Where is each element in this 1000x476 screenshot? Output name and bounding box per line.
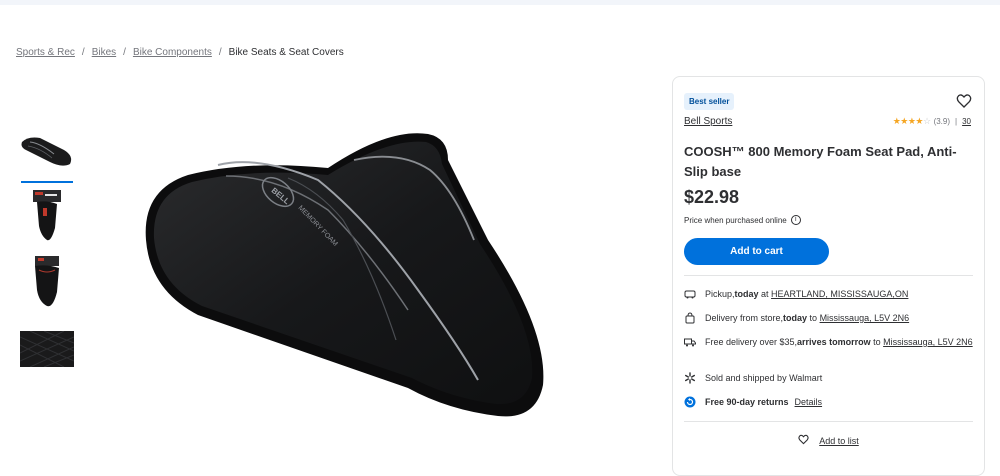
pickup-truck-icon (684, 288, 696, 300)
breadcrumb-link-bikes[interactable]: Bikes (92, 47, 116, 58)
returns-text: Free 90-day returns (705, 397, 789, 407)
divider (684, 275, 973, 276)
shipping-option[interactable]: Free delivery over $35, arrives tomorrow… (684, 336, 973, 348)
rating-summary[interactable]: ★★★★☆ (3.9) | 30 (893, 116, 971, 127)
price-note-text: Price when purchased online (684, 215, 787, 225)
top-bar (0, 0, 1000, 5)
thumbnail-seat-packaging-alt[interactable] (20, 256, 74, 310)
breadcrumb-separator: / (123, 47, 126, 58)
delivery-location-link[interactable]: Mississauga, L5V 2N6 (820, 313, 910, 323)
pickup-prefix: Pickup, (705, 289, 735, 299)
return-icon (684, 396, 696, 408)
breadcrumb: Sports & Rec / Bikes / Bike Components /… (16, 47, 344, 58)
delivery-truck-icon (684, 336, 696, 348)
shipping-to: to (870, 337, 884, 347)
thumbnail-seat-packaging[interactable] (20, 190, 74, 244)
delivery-option[interactable]: Delivery from store, today to Mississaug… (684, 312, 909, 324)
returns-info: Free 90-day returns Details (684, 396, 822, 408)
shopping-bag-icon (684, 312, 696, 324)
pickup-time: today (734, 289, 759, 299)
review-count-link[interactable]: 30 (962, 117, 971, 126)
product-title: COOSH™ 800 Memory Foam Seat Pad, Anti-Sl… (684, 144, 957, 179)
buy-box-panel: Best seller Bell Sports ★★★★☆ (3.9) | 30… (672, 76, 985, 476)
returns-details-link[interactable]: Details (795, 397, 823, 407)
divider (684, 421, 973, 422)
rating-separator: | (955, 117, 958, 126)
delivery-prefix: Delivery from store, (705, 313, 784, 323)
product-price: $22.98 (684, 187, 740, 207)
heart-outline-icon (798, 434, 809, 447)
breadcrumb-separator: / (218, 47, 222, 58)
add-to-list-label: Add to list (819, 435, 859, 446)
seller-text: Sold and shipped by Walmart (705, 373, 823, 383)
delivery-to: to (807, 313, 820, 323)
add-to-cart-button[interactable]: Add to cart (684, 238, 829, 265)
thumbnail-seat-top-view[interactable] (20, 124, 74, 183)
pickup-store-link[interactable]: HEARTLAND, MISSISSAUGA,ON (771, 289, 908, 299)
best-seller-badge: Best seller (684, 93, 735, 110)
shipping-location-link[interactable]: Mississauga, L5V 2N6 (883, 337, 973, 347)
shipping-prefix: Free delivery over $35, (705, 337, 798, 347)
breadcrumb-separator: / (81, 47, 85, 58)
add-to-list-button[interactable]: Add to list (673, 434, 984, 447)
info-icon[interactable]: i (790, 215, 801, 225)
breadcrumb-link-sports-rec[interactable]: Sports & Rec (16, 47, 75, 58)
thumbnail-list (20, 124, 76, 388)
breadcrumb-current: Bike Seats & Seat Covers (228, 47, 344, 58)
delivery-time: today (783, 313, 808, 323)
price-note: Price when purchased online i (684, 215, 801, 225)
breadcrumb-link-bike-components[interactable]: Bike Components (133, 47, 212, 58)
pickup-at: at (758, 289, 772, 299)
star-rating-icon: ★★★★☆ (892, 116, 931, 126)
walmart-spark-icon (684, 372, 696, 384)
thumbnail-foam-texture[interactable] (20, 322, 74, 376)
rating-value: (3.9) (933, 117, 951, 126)
pickup-option[interactable]: Pickup, today at HEARTLAND, MISSISSAUGA,… (684, 288, 908, 300)
heart-icon[interactable] (956, 93, 972, 109)
brand-link[interactable]: Bell Sports (684, 116, 732, 127)
shipping-time: arrives tomorrow (797, 337, 871, 347)
seller-info: Sold and shipped by Walmart (684, 372, 822, 384)
product-main-image[interactable]: BELL MEMORY FOAM (138, 120, 558, 420)
